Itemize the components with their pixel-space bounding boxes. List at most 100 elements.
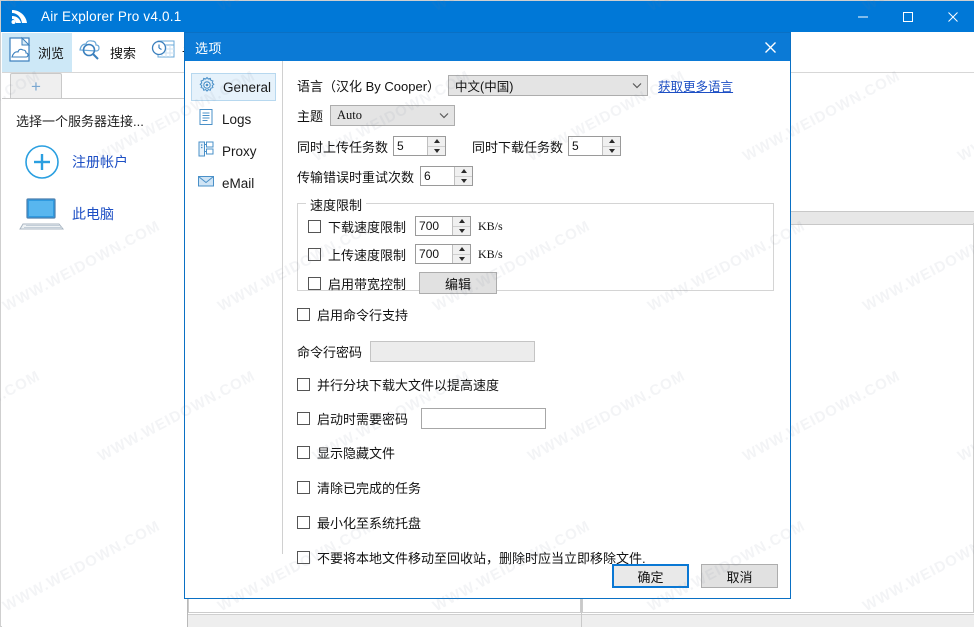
envelope-icon (197, 172, 215, 195)
stepper-up-button[interactable] (453, 217, 471, 227)
upload-limit-stepper[interactable]: 700 (415, 244, 472, 264)
concurrent-uploads-value: 5 (397, 139, 404, 153)
dialog-footer: 确定 取消 (185, 554, 790, 598)
dialog-body: General Logs Proxy eMail 语言（汉化 By Cooper… (185, 61, 790, 566)
parallel-download-checkbox[interactable] (297, 378, 310, 391)
clear-completed-checkbox[interactable] (297, 481, 310, 494)
retries-label: 传输错误时重试次数 (297, 169, 415, 185)
cmdline-password-field[interactable] (370, 341, 536, 362)
concurrent-downloads-stepper[interactable]: 5 (568, 136, 622, 156)
cmdline-support-checkbox[interactable] (297, 308, 310, 321)
sidebar-item-logs[interactable]: Logs (191, 105, 276, 133)
show-hidden-row: 显示隐藏文件 (297, 443, 774, 462)
options-dialog: 选项 General Logs Proxy eMail 语言（汉化 By Coo… (184, 32, 791, 599)
window-title: Air Explorer Pro v4.0.1 (41, 9, 182, 24)
startup-password-checkbox[interactable] (297, 412, 310, 425)
concurrent-uploads-label: 同时上传任务数 (297, 139, 389, 155)
parallel-download-row: 并行分块下载大文件以提高速度 (297, 375, 774, 394)
chevron-down-icon (436, 112, 452, 119)
speed-limit-group-title: 速度限制 (306, 195, 367, 214)
maximize-button[interactable] (885, 1, 930, 32)
dialog-close-icon[interactable] (750, 33, 790, 61)
stepper-down-button[interactable] (455, 177, 472, 186)
startup-password-field[interactable] (421, 408, 547, 429)
theme-select[interactable]: Auto (330, 105, 456, 126)
list-item-label: 注册帐户 (72, 154, 128, 170)
download-limit-checkbox[interactable] (308, 219, 321, 233)
stepper-up-button[interactable] (455, 167, 473, 177)
cancel-button[interactable]: 取消 (701, 564, 778, 588)
stepper-down-button[interactable] (428, 147, 445, 156)
add-tab-button[interactable]: + (10, 73, 62, 98)
window-titlebar: Air Explorer Pro v4.0.1 (1, 1, 974, 32)
language-value: 中文(中国) (455, 80, 514, 94)
language-select[interactable]: 中文(中国) (448, 75, 649, 96)
schedule-clock-icon (148, 35, 178, 70)
toolbar-item-search[interactable]: 搜索 (72, 33, 144, 72)
clear-completed-row: 清除已完成的任务 (297, 478, 774, 497)
get-more-languages-link[interactable]: 获取更多语言 (658, 76, 733, 95)
download-limit-row: 下载速度限制 700 KB/s (308, 216, 763, 236)
sidebar-item-label: eMail (222, 175, 255, 191)
toolbar-item-browse[interactable]: 浏览 (2, 32, 73, 72)
retries-row: 传输错误时重试次数 6 (297, 166, 774, 186)
stepper-up-button[interactable] (603, 137, 621, 147)
sidebar-item-email[interactable]: eMail (191, 169, 276, 197)
startup-password-label: 启动时需要密码 (317, 412, 409, 427)
parallel-download-label: 并行分块下载大文件以提高速度 (317, 378, 500, 393)
theme-row: 主题 Auto (297, 105, 774, 126)
concurrent-downloads-value: 5 (572, 139, 579, 153)
stepper-up-button[interactable] (428, 137, 446, 147)
upload-limit-row: 上传速度限制 700 KB/s (308, 244, 763, 264)
close-button[interactable] (930, 1, 974, 32)
clear-completed-label: 清除已完成的任务 (317, 481, 422, 496)
upload-limit-label: 上传速度限制 (328, 247, 407, 263)
minimize-button[interactable] (840, 1, 885, 32)
upload-limit-unit: KB/s (478, 246, 503, 261)
sidebar-item-label: Logs (222, 111, 252, 127)
chevron-down-icon (629, 82, 645, 89)
retries-value: 6 (424, 169, 431, 183)
show-hidden-checkbox[interactable] (297, 446, 310, 459)
browse-icon (6, 35, 34, 70)
stepper-down-button[interactable] (453, 227, 470, 236)
sidebar-item-proxy[interactable]: Proxy (191, 137, 276, 165)
stepper-buttons[interactable] (452, 217, 471, 236)
upload-limit-checkbox[interactable] (308, 247, 321, 261)
cmdline-support-row: 启用命令行支持 (297, 305, 774, 324)
server-proxy-icon (197, 140, 215, 163)
startup-password-row: 启动时需要密码 (297, 408, 774, 429)
minimize-tray-label: 最小化至系统托盘 (317, 516, 422, 531)
bandwidth-control-label: 启用带宽控制 (328, 276, 407, 292)
concurrent-tasks-row: 同时上传任务数 5 同时下载任务数 5 (297, 136, 774, 156)
download-limit-value: 700 (419, 219, 440, 233)
bandwidth-control-checkbox[interactable] (308, 276, 321, 290)
concurrent-uploads-stepper[interactable]: 5 (393, 136, 447, 156)
sidebar-item-general[interactable]: General (191, 73, 276, 101)
download-limit-stepper[interactable]: 700 (415, 216, 472, 236)
bandwidth-control-row: 启用带宽控制 编辑 (308, 272, 763, 294)
minimize-tray-checkbox[interactable] (297, 516, 310, 529)
bandwidth-edit-button[interactable]: 编辑 (419, 272, 498, 294)
stepper-down-button[interactable] (453, 255, 470, 264)
stepper-buttons[interactable] (452, 245, 471, 264)
cmdline-support-label: 启用命令行支持 (317, 308, 409, 323)
search-icon (76, 35, 106, 70)
list-item-register-account[interactable]: 注册帐户 (16, 138, 187, 186)
left-pane: + 选择一个服务器连接... 注册帐户 此电脑 (2, 73, 188, 627)
list-item-label: 此电脑 (72, 206, 114, 222)
app-logo-icon (5, 1, 35, 32)
file-panel-right-statusbar (581, 614, 974, 627)
stepper-down-button[interactable] (603, 147, 620, 156)
sidebar-item-label: General (223, 79, 272, 95)
list-item-this-pc[interactable]: 此电脑 (16, 190, 187, 238)
stepper-up-button[interactable] (453, 245, 471, 255)
retries-stepper[interactable]: 6 (420, 166, 474, 186)
stepper-buttons[interactable] (454, 167, 473, 186)
stepper-buttons[interactable] (602, 137, 621, 156)
download-limit-unit: KB/s (478, 218, 503, 233)
stepper-buttons[interactable] (427, 137, 446, 156)
dialog-titlebar: 选项 (185, 33, 790, 61)
toolbar-label-search: 搜索 (110, 45, 137, 61)
ok-button[interactable]: 确定 (612, 564, 689, 588)
